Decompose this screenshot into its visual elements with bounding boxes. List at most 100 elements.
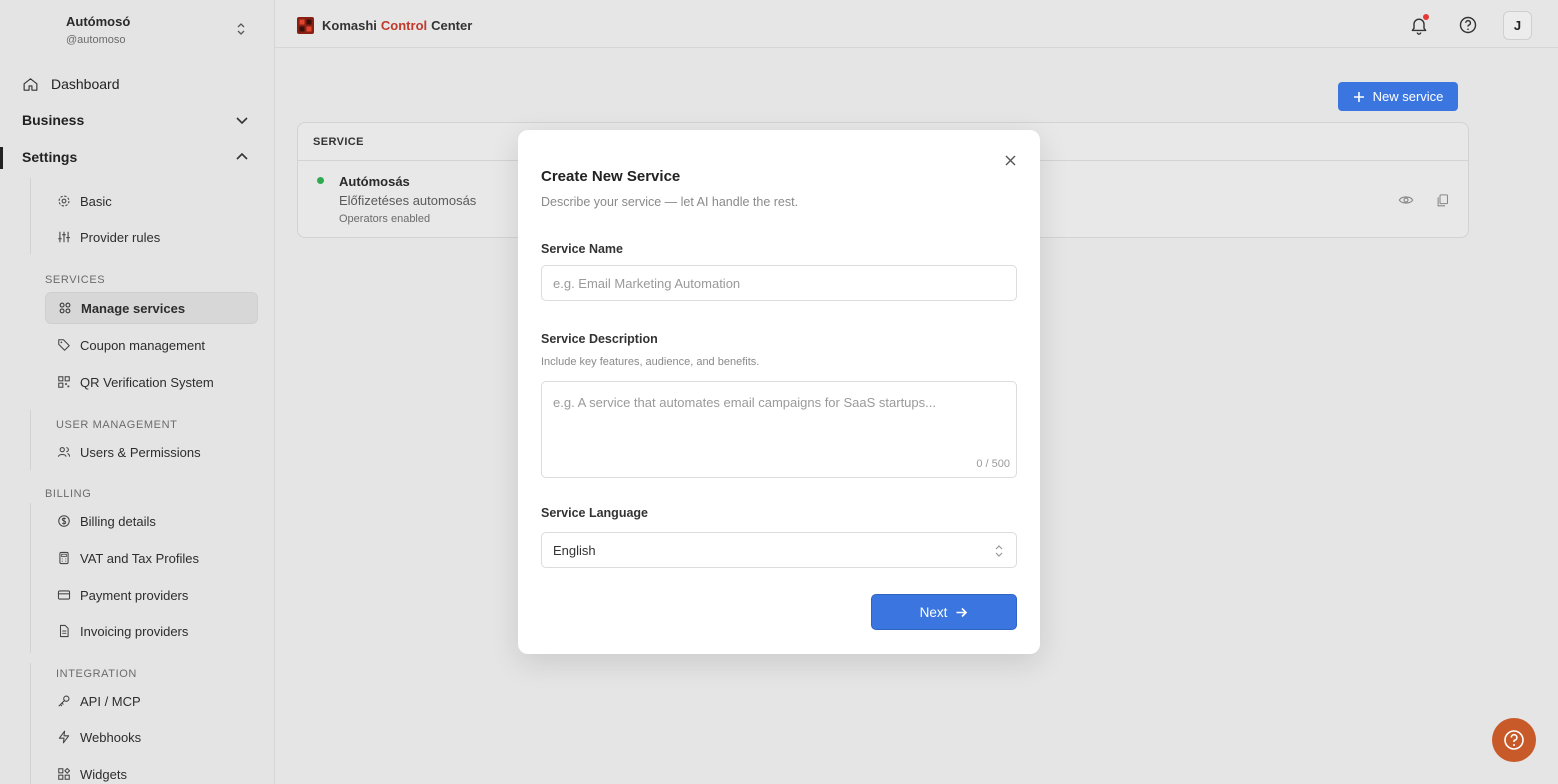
sidebar-item-coupon-management[interactable]: Coupon management bbox=[45, 329, 258, 361]
brand-name-part: Center bbox=[431, 18, 473, 33]
grid-icon bbox=[58, 301, 72, 315]
sidebar-item-webhooks[interactable]: Webhooks bbox=[45, 721, 258, 753]
divider bbox=[30, 663, 31, 784]
sidebar-item-settings[interactable]: Settings bbox=[22, 145, 254, 169]
create-service-modal: Create New Service Describe your service… bbox=[518, 130, 1040, 654]
copy-icon[interactable] bbox=[1433, 191, 1451, 209]
credit-card-icon bbox=[57, 588, 71, 602]
divider bbox=[30, 503, 31, 653]
sidebar-item-label: Webhooks bbox=[80, 729, 142, 745]
qr-code-icon bbox=[57, 375, 71, 389]
document-icon bbox=[57, 624, 71, 638]
sidebar: Autómosó @automoso Dashboard Business Se… bbox=[0, 0, 275, 784]
sidebar-item-dashboard[interactable]: Dashboard bbox=[22, 72, 254, 96]
divider bbox=[30, 410, 31, 470]
widgets-icon bbox=[57, 767, 71, 781]
brand[interactable]: Komashi Control Center bbox=[297, 17, 472, 34]
service-description-textarea[interactable] bbox=[541, 381, 1017, 478]
help-chat-button[interactable] bbox=[1492, 718, 1536, 762]
sidebar-item-provider-rules[interactable]: Provider rules bbox=[45, 221, 258, 253]
workspace-name: Autómosó bbox=[66, 14, 131, 29]
help-circle-icon bbox=[1502, 728, 1526, 752]
workspace-handle: @automoso bbox=[66, 34, 126, 46]
close-button[interactable] bbox=[1002, 152, 1018, 168]
notifications-button[interactable] bbox=[1406, 12, 1432, 38]
service-description-label: Service Description bbox=[541, 332, 658, 346]
sidebar-item-label: Basic bbox=[80, 193, 112, 209]
service-meta: Operators enabled bbox=[339, 213, 431, 225]
section-label-user-management: USER MANAGEMENT bbox=[56, 419, 178, 431]
sidebar-item-label: QR Verification System bbox=[80, 374, 214, 390]
next-button[interactable]: Next bbox=[871, 594, 1017, 630]
service-language-select[interactable]: English bbox=[541, 532, 1017, 568]
service-description: Előfizetéses automosás bbox=[339, 193, 477, 208]
sidebar-item-label: Users & Permissions bbox=[80, 444, 201, 460]
sidebar-item-label: Billing details bbox=[80, 513, 156, 529]
sidebar-item-label: Dashboard bbox=[51, 76, 120, 92]
help-circle-icon bbox=[1458, 15, 1478, 35]
brand-name-part: Komashi bbox=[322, 18, 377, 33]
new-service-label: New service bbox=[1372, 89, 1444, 104]
sidebar-item-invoicing-providers[interactable]: Invoicing providers bbox=[45, 615, 258, 647]
service-name: Autómosás bbox=[339, 174, 410, 189]
service-description-hint: Include key features, audience, and bene… bbox=[541, 356, 760, 368]
new-service-button[interactable]: New service bbox=[1338, 82, 1458, 111]
sidebar-item-billing-details[interactable]: Billing details bbox=[45, 505, 258, 537]
sidebar-item-qr-verification[interactable]: QR Verification System bbox=[45, 366, 258, 398]
sidebar-item-basic[interactable]: Basic bbox=[45, 185, 258, 217]
sidebar-item-label: Widgets bbox=[80, 766, 127, 782]
brand-name-part: Control bbox=[380, 18, 428, 33]
home-icon bbox=[22, 76, 39, 93]
sidebar-item-label: Provider rules bbox=[80, 229, 161, 245]
eye-icon[interactable] bbox=[1397, 191, 1415, 209]
chevron-up-down-icon bbox=[236, 22, 246, 38]
sidebar-item-label: VAT and Tax Profiles bbox=[80, 550, 199, 566]
next-label: Next bbox=[919, 604, 948, 620]
status-dot bbox=[317, 177, 324, 184]
sidebar-item-label: Coupon management bbox=[80, 337, 206, 353]
sidebar-item-label: Business bbox=[22, 112, 85, 128]
sidebar-item-manage-services[interactable]: Manage services bbox=[45, 292, 258, 324]
section-label-integration: INTEGRATION bbox=[56, 668, 137, 680]
sidebar-item-users-permissions[interactable]: Users & Permissions bbox=[45, 436, 258, 468]
lightning-icon bbox=[57, 730, 71, 744]
service-name-input[interactable] bbox=[541, 265, 1017, 301]
close-icon bbox=[1005, 155, 1016, 166]
modal-subtitle: Describe your service — let AI handle th… bbox=[541, 195, 799, 209]
sidebar-item-label: Settings bbox=[22, 149, 78, 165]
sidebar-item-business[interactable]: Business bbox=[22, 108, 254, 132]
chevron-up-down-icon bbox=[994, 544, 1004, 561]
chevron-down-icon bbox=[234, 112, 250, 131]
chevron-up-icon bbox=[234, 149, 250, 168]
key-icon bbox=[57, 694, 71, 708]
arrow-right-icon bbox=[955, 606, 968, 619]
notification-dot bbox=[1423, 14, 1429, 20]
top-header: Komashi Control Center J bbox=[275, 0, 1558, 48]
calculator-icon bbox=[57, 551, 71, 565]
sliders-icon bbox=[57, 230, 71, 244]
users-icon bbox=[57, 445, 71, 459]
gear-icon bbox=[57, 194, 71, 208]
dollar-circle-icon bbox=[57, 514, 71, 528]
modal-title: Create New Service bbox=[541, 168, 681, 185]
tag-icon bbox=[57, 338, 71, 352]
divider bbox=[30, 178, 31, 254]
section-label-billing: BILLING bbox=[45, 488, 92, 500]
sidebar-item-vat-tax[interactable]: VAT and Tax Profiles bbox=[45, 542, 258, 574]
sidebar-item-widgets[interactable]: Widgets bbox=[45, 758, 258, 784]
komashi-logo bbox=[297, 17, 314, 34]
character-counter: 0 / 500 bbox=[976, 458, 1010, 470]
sidebar-item-api-mcp[interactable]: API / MCP bbox=[45, 685, 258, 717]
selected-language: English bbox=[553, 542, 596, 558]
user-avatar[interactable]: J bbox=[1503, 11, 1532, 40]
sidebar-item-label: Invoicing providers bbox=[80, 623, 189, 639]
sidebar-item-label: Payment providers bbox=[80, 587, 189, 603]
workspace-switcher[interactable]: Autómosó @automoso bbox=[66, 14, 256, 50]
sidebar-item-payment-providers[interactable]: Payment providers bbox=[45, 579, 258, 611]
active-indicator bbox=[0, 147, 3, 169]
section-label-services: SERVICES bbox=[45, 274, 106, 286]
plus-icon bbox=[1353, 91, 1365, 103]
service-language-label: Service Language bbox=[541, 506, 648, 520]
service-name-label: Service Name bbox=[541, 242, 624, 256]
help-button[interactable] bbox=[1455, 12, 1481, 38]
